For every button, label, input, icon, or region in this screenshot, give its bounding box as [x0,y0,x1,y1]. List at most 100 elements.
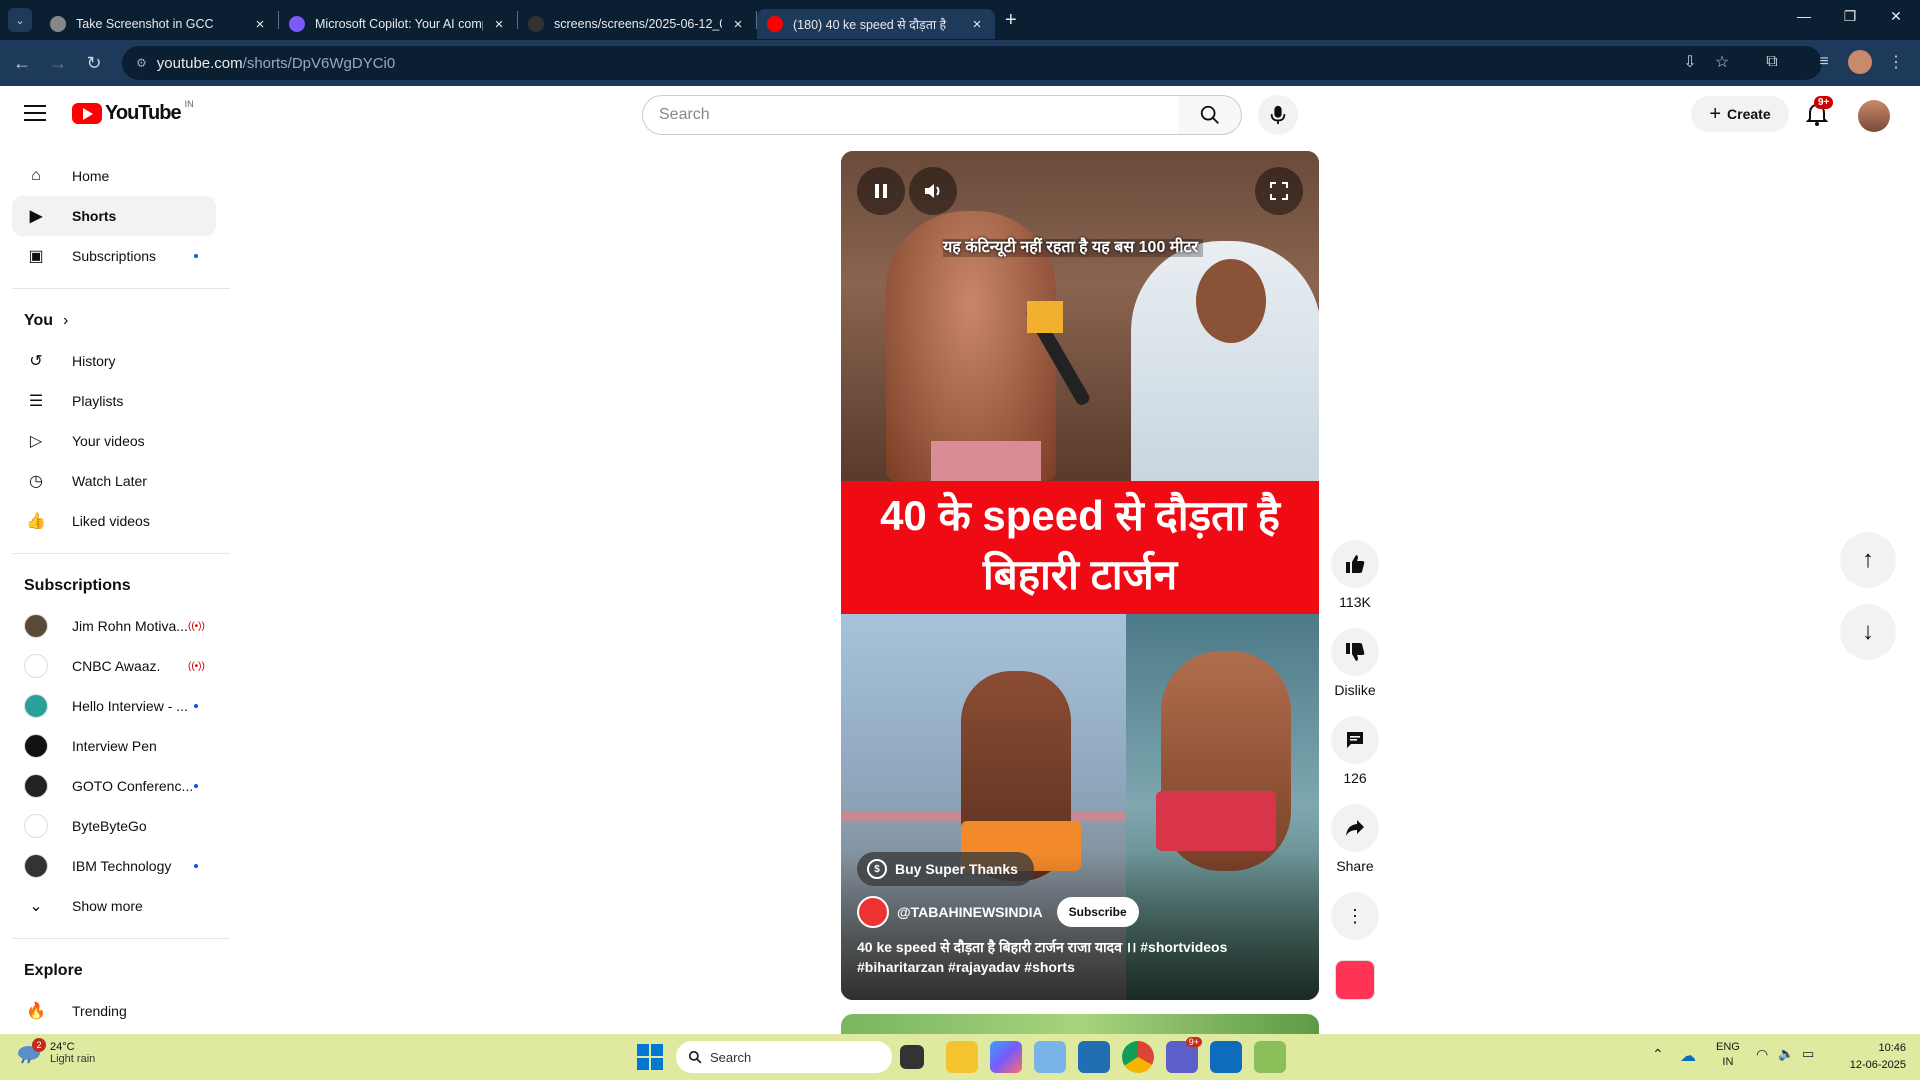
taskbar-search[interactable]: Search [676,1041,892,1073]
short-video-player[interactable]: यह कंटिन्यूटी नहीं रहता है यह बस 100 मीट… [841,151,1319,1000]
browser-tab[interactable]: (180) 40 ke speed से दौड़ता है × [757,9,995,39]
pause-icon [875,184,887,198]
sidebar-item-bytebytego[interactable]: ByteByteGo [12,806,216,846]
channel-thumbnail[interactable] [1335,960,1375,1000]
comments-button[interactable] [1331,716,1379,764]
address-bar[interactable]: ⚙ youtube.com/shorts/DpV6WgDYCi0 [122,46,1822,80]
browser-tab[interactable]: Take Screenshot in GCC × [40,9,278,39]
channel-avatar[interactable] [857,896,889,928]
subscribe-button[interactable]: Subscribe [1056,897,1139,927]
teams-badge: 9+ [1185,1037,1202,1047]
share-button[interactable] [1331,804,1379,852]
video-runner-2-shorts [1156,791,1276,851]
language-code: ENG [1716,1041,1740,1053]
sidebar-you-heading[interactable]: You › [24,301,230,341]
close-window-icon[interactable]: ✕ [1876,8,1916,25]
sidebar-item-jim-rohn-motiva[interactable]: Jim Rohn Motiva... ((•)) [12,606,216,646]
notepad-icon[interactable] [1254,1041,1286,1073]
language-indicator[interactable]: ENG IN [1716,1040,1740,1070]
forward-icon[interactable]: → [44,49,72,77]
speaker-icon[interactable]: 🔈 [1778,1046,1794,1062]
pause-button[interactable] [857,167,905,215]
voice-search-button[interactable] [1258,95,1298,135]
close-tab-icon[interactable]: × [252,16,268,33]
browser-menu-icon[interactable]: ⋮ [1884,50,1908,74]
restore-icon[interactable]: ❐ [1830,8,1870,25]
sidebar-item-home[interactable]: ⌂ Home [12,156,216,196]
live-icon: ((•)) [188,620,205,632]
weather-widget[interactable]: 2 24°C Light rain [16,1038,96,1066]
tray-chevron-icon[interactable]: ⌃ [1652,1046,1664,1063]
super-thanks-button[interactable]: $ Buy Super Thanks [857,852,1034,886]
previous-short-button[interactable]: ↑ [1840,532,1896,588]
profile-avatar-icon[interactable] [1848,50,1872,74]
tab-search-icon[interactable]: ⌄ [8,8,32,32]
close-tab-icon[interactable]: × [491,16,507,33]
search-input[interactable]: Search [642,95,1179,135]
minimize-icon[interactable]: — [1784,8,1824,24]
system-clock[interactable]: 10:46 12-06-2025 [1836,1040,1906,1074]
browser-toolbar: ← → ↻ ⚙ youtube.com/shorts/DpV6WgDYCi0 ⇩… [0,40,1920,86]
bookmark-star-icon[interactable]: ☆ [1710,50,1734,74]
site-info-icon[interactable]: ⚙ [136,56,147,70]
sidebar-show-more[interactable]: ⌄ Show more [12,886,216,926]
weather-condition: Light rain [50,1053,96,1065]
sidebar-item-ibm-technology[interactable]: IBM Technology [12,846,216,886]
media-control-icon[interactable]: ≡ [1812,50,1836,74]
notification-badge: 9+ [1814,96,1834,109]
sidebar-item-goto-conferenc[interactable]: GOTO Conferenc... [12,766,216,806]
sidebar-item-interview-pen[interactable]: Interview Pen [12,726,216,766]
menu-icon[interactable] [24,105,46,123]
home-icon: ⌂ [31,167,41,184]
logo-text: YouTube [105,102,182,124]
teams-icon[interactable]: 9+ [1166,1037,1202,1073]
sidebar-item-trending[interactable]: 🔥 Trending [12,991,216,1031]
dislike-button[interactable] [1331,628,1379,676]
remote-desktop-icon[interactable] [1078,1041,1110,1073]
account-avatar[interactable] [1858,100,1890,132]
sidebar-item-label: Interview Pen [72,738,157,754]
next-short-button[interactable]: ↓ [1840,604,1896,660]
copilot-app-icon[interactable] [990,1041,1022,1073]
channel-handle[interactable]: @TABAHINEWSINDIA [897,904,1043,920]
reload-icon[interactable]: ↻ [80,49,108,77]
sidebar-item-label: History [72,353,116,369]
back-icon[interactable]: ← [8,49,36,77]
window-app-icon[interactable] [1034,1041,1066,1073]
next-short-preview[interactable] [841,1014,1319,1034]
short-title[interactable]: 40 ke speed से दौड़ता है बिहारी टार्जन र… [857,937,1277,977]
sidebar-item-playlists[interactable]: ☰ Playlists [12,381,216,421]
sidebar-item-your-videos[interactable]: ▷ Your videos [12,421,216,461]
search-button[interactable] [1178,95,1242,135]
create-button[interactable]: + Create [1691,96,1789,132]
volume-button[interactable] [909,167,957,215]
sidebar-item-cnbc-awaaz[interactable]: CNBC Awaaz. ((•)) [12,646,216,686]
tab-title: Microsoft Copilot: Your AI comp [315,17,483,31]
close-tab-icon[interactable]: × [730,16,746,33]
battery-icon[interactable]: ▭ [1802,1046,1814,1062]
browser-tab[interactable]: Microsoft Copilot: Your AI comp × [279,9,517,39]
like-button[interactable] [1331,540,1379,588]
chrome-icon[interactable] [1122,1041,1154,1073]
outlook-icon[interactable] [1210,1041,1242,1073]
browser-tab[interactable]: screens/screens/2025-06-12_0 × [518,9,756,39]
sidebar-item-history[interactable]: ↺ History [12,341,216,381]
sidebar-item-watch-later[interactable]: ◷ Watch Later [12,461,216,501]
youtube-logo[interactable]: YouTube IN [72,99,194,125]
sidebar-item-hello-interview[interactable]: Hello Interview - ... [12,686,216,726]
file-explorer-icon[interactable] [946,1041,978,1073]
new-tab-button[interactable]: + [1005,9,1017,32]
sidebar-item-liked-videos[interactable]: 👍 Liked videos [12,501,216,541]
install-app-icon[interactable]: ⇩ [1678,50,1702,74]
more-options-button[interactable]: ⋮ [1331,892,1379,940]
wifi-icon[interactable]: ◠ [1756,1046,1768,1063]
sidebar-item-shorts[interactable]: ▶ Shorts [12,196,216,236]
extensions-icon[interactable]: ⧉ [1760,50,1784,74]
windows-start-icon[interactable] [637,1044,663,1070]
task-view-icon[interactable] [900,1045,924,1069]
fullscreen-button[interactable] [1255,167,1303,215]
sidebar-item-subscriptions[interactable]: ▣ Subscriptions [12,236,216,276]
onedrive-icon[interactable]: ☁ [1680,1046,1696,1066]
close-tab-icon[interactable]: × [969,16,985,33]
channel-avatar [24,854,48,878]
